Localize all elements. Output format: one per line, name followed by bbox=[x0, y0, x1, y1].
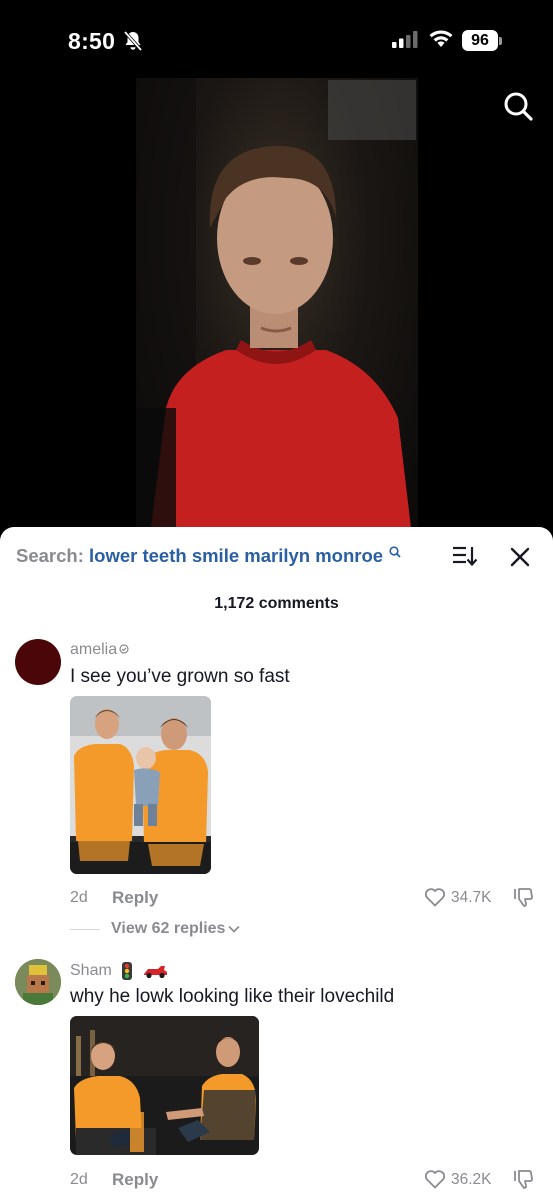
status-time: 8:50 bbox=[68, 28, 116, 54]
comment-photo bbox=[70, 696, 211, 874]
dislike-icon[interactable] bbox=[512, 1168, 534, 1190]
search-icon bbox=[389, 546, 401, 558]
comment-username[interactable]: amelia bbox=[70, 641, 129, 659]
heart-icon[interactable] bbox=[424, 887, 446, 907]
reply-button[interactable]: Reply bbox=[112, 1170, 158, 1190]
video-player[interactable] bbox=[136, 78, 418, 528]
comment-text: I see you’ve grown so fast bbox=[70, 666, 290, 687]
replies-divider bbox=[70, 929, 100, 930]
heart-icon[interactable] bbox=[424, 1169, 446, 1189]
reply-button[interactable]: Reply bbox=[112, 888, 158, 908]
username-text: Sham bbox=[70, 962, 112, 980]
close-icon[interactable] bbox=[510, 547, 530, 567]
race-car-icon bbox=[143, 966, 167, 979]
search-icon[interactable] bbox=[502, 90, 534, 122]
username-text: amelia bbox=[70, 641, 118, 658]
comment-username[interactable]: Sham bbox=[70, 961, 168, 981]
comment-item: Sham why he lowk looking like their love… bbox=[0, 957, 553, 1200]
battery-indicator: 96 bbox=[462, 30, 498, 51]
view-replies-label: View 62 replies bbox=[111, 920, 226, 937]
comment-text: why he lowk looking like their lovechild bbox=[70, 986, 395, 1007]
chevron-down-icon bbox=[228, 925, 241, 933]
view-replies-button[interactable]: View 62 replies bbox=[111, 920, 241, 938]
dislike-icon[interactable] bbox=[512, 886, 534, 908]
search-query: lower teeth smile marilyn monroe bbox=[89, 545, 384, 566]
comments-sheet: Search: lower teeth smile marilyn monroe… bbox=[0, 527, 553, 1200]
comment-image[interactable] bbox=[70, 696, 211, 874]
comment-image[interactable] bbox=[70, 1016, 259, 1155]
like-count: 34.7K bbox=[451, 889, 492, 906]
status-bar: 8:50 96 bbox=[0, 0, 553, 80]
avatar-image bbox=[15, 959, 61, 1005]
comment-photo bbox=[70, 1016, 259, 1155]
like-count: 36.2K bbox=[451, 1171, 492, 1188]
traffic-light-icon bbox=[122, 962, 133, 980]
signal-icon bbox=[392, 31, 418, 48]
comment-date: 2d bbox=[70, 889, 88, 906]
sort-icon[interactable] bbox=[452, 545, 478, 567]
search-prefix: Search: bbox=[16, 545, 84, 566]
battery-tip bbox=[499, 37, 502, 45]
search-suggestion[interactable]: Search: lower teeth smile marilyn monroe bbox=[16, 545, 401, 567]
comment-item: amelia I see you’ve grown so fast 2d Rep… bbox=[0, 637, 553, 937]
avatar[interactable] bbox=[15, 639, 61, 685]
comment-count: 1,172 comments bbox=[214, 595, 339, 612]
avatar[interactable] bbox=[15, 959, 61, 1005]
comment-date: 2d bbox=[70, 1171, 88, 1188]
video-frame bbox=[136, 78, 416, 528]
wifi-icon bbox=[429, 30, 453, 47]
bell-slash-icon bbox=[123, 30, 143, 52]
verified-icon bbox=[119, 644, 129, 654]
